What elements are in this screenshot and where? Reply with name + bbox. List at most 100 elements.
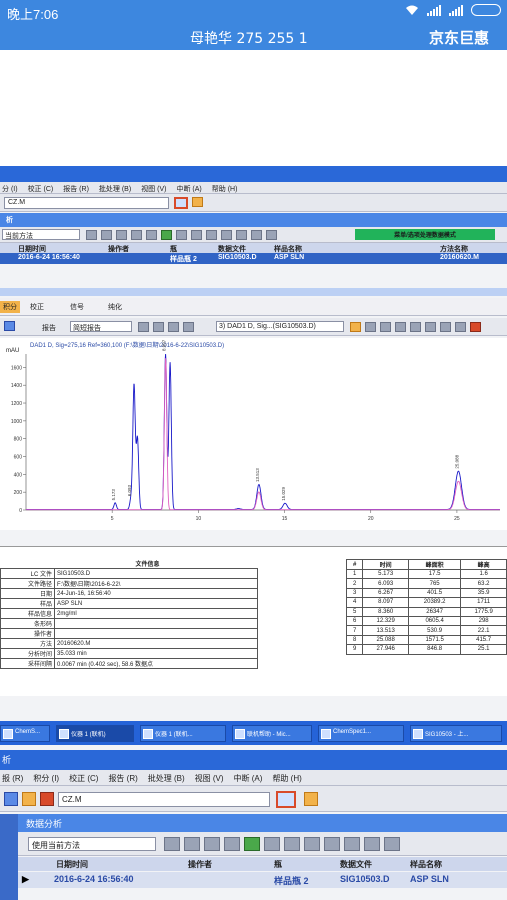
info-row: 样品信息 2mg/ml — [0, 608, 258, 619]
info-value: 2mg/ml — [54, 608, 258, 619]
first-icon[interactable] — [86, 230, 97, 240]
hand-icon[interactable] — [192, 197, 203, 207]
info-row: 操作者 — [0, 628, 258, 639]
split-icon[interactable] — [440, 322, 451, 332]
stop-icon[interactable] — [384, 837, 400, 851]
taskbar-label: 仪器 1 (联机... — [155, 732, 193, 738]
menu-item[interactable]: 中断 (A) — [234, 773, 263, 785]
play-icon[interactable] — [131, 230, 142, 240]
menu-item[interactable]: 批处理 (B) — [148, 773, 185, 785]
menu-item[interactable]: 校正 (C) — [69, 773, 98, 785]
integrate-icon[interactable] — [350, 322, 361, 332]
folder-icon[interactable] — [22, 792, 36, 806]
menu-item[interactable]: 分 (I) — [2, 184, 18, 193]
zoom-icon[interactable] — [153, 322, 164, 332]
open-icon[interactable] — [4, 792, 18, 806]
menu-item[interactable]: 帮助 (H) — [212, 184, 238, 193]
peak-cell: 6.267 — [362, 587, 410, 599]
menu-item[interactable]: 视图 (V) — [141, 184, 166, 193]
menu-item[interactable]: 视图 (V) — [195, 773, 224, 785]
export-icon[interactable] — [206, 230, 217, 240]
tab-calibration[interactable]: 校正 — [30, 302, 44, 312]
chromatogram-panel[interactable]: DAD1 D, Sig=275,16 Ref=360,100 (F:\数据\日期… — [0, 338, 507, 530]
taskbar-button[interactable]: 仪器 1 (联机... — [140, 725, 226, 742]
report-icon[interactable] — [4, 321, 15, 331]
processing-mode-button[interactable]: 菜单/选项处理数据模式 — [355, 229, 495, 240]
cursor-icon[interactable] — [395, 322, 406, 332]
first-icon[interactable] — [164, 837, 180, 851]
peak-cell: 5.173 — [362, 568, 410, 580]
print-icon[interactable] — [264, 837, 280, 851]
pause-icon[interactable] — [161, 230, 172, 240]
print-icon[interactable] — [168, 322, 179, 332]
taskbar-button[interactable]: ChemSpec1... — [318, 725, 404, 742]
peak-cell: 20389.2 — [408, 597, 462, 608]
back-icon[interactable] — [116, 230, 127, 240]
save-icon[interactable] — [324, 837, 340, 851]
export-icon[interactable] — [304, 837, 320, 851]
layout-icon[interactable] — [276, 791, 296, 808]
pause-icon[interactable] — [244, 837, 260, 851]
menu-item[interactable]: 中断 (A) — [176, 184, 201, 193]
zoom-icon[interactable] — [455, 322, 466, 332]
report-icon[interactable] — [284, 837, 300, 851]
arrow-icon[interactable] — [344, 837, 360, 851]
tab-integration[interactable]: 积分 — [0, 301, 20, 313]
taskbar-button[interactable]: 仪器 1 (联机) — [56, 725, 134, 742]
settings-icon[interactable] — [251, 230, 262, 240]
taskbar-button[interactable]: 联机帮助 - Mic... — [232, 725, 312, 742]
info-value: 20160620.M — [54, 638, 258, 649]
table-row[interactable]: 2016-6-24 16:56:40 样品瓶 2 SIG10503.D ASP … — [0, 253, 507, 264]
screen-photo[interactable]: 分 (I) 校正 (C) 报告 (R) 批处理 (B) 视图 (V) 中断 (A) 帮助 (… — [0, 166, 507, 900]
menu-item[interactable]: 批处理 (B) — [99, 184, 131, 193]
col-datetime: 日期时间 — [56, 860, 88, 869]
print-icon[interactable] — [176, 230, 187, 240]
copy-icon[interactable] — [183, 322, 194, 332]
tab-signal[interactable]: 信号 — [70, 302, 84, 312]
delete-icon[interactable] — [470, 322, 481, 332]
next-icon[interactable] — [146, 230, 157, 240]
signal-select[interactable]: 3) DAD1 D, Sig...(SIG10503.D) — [216, 321, 344, 332]
tab-purity[interactable]: 纯化 — [108, 302, 122, 312]
baseline-icon[interactable] — [410, 322, 421, 332]
x-tick-label: 5 — [111, 516, 114, 522]
method-select[interactable]: 当前方法 — [2, 229, 80, 240]
menu-item[interactable]: 报 (R) — [2, 773, 23, 785]
method-field[interactable]: CZ.M — [58, 792, 270, 807]
table-row[interactable]: ▶ 2016-6-24 16:56:40 样品瓶 2 SIG10503.D AS… — [18, 872, 507, 888]
peak-row: 4 8.097 20389.2 1711 — [345, 597, 507, 608]
peak-row: 7 13.513 530.9 22.1 — [345, 625, 507, 636]
play-icon[interactable] — [224, 837, 240, 851]
stop-icon[interactable] — [266, 230, 277, 240]
settings-icon[interactable] — [364, 837, 380, 851]
report-select[interactable]: 简短报告 — [70, 321, 132, 332]
peak-icon[interactable] — [425, 322, 436, 332]
arrow-icon[interactable] — [236, 230, 247, 240]
load-icon[interactable] — [40, 792, 54, 806]
report-icon[interactable] — [191, 230, 202, 240]
taskbar-button[interactable]: ChemS... — [0, 725, 50, 742]
info-value: 0.0067 min (0.402 sec), 58.6 数据点 — [54, 658, 258, 669]
layout-icon[interactable] — [174, 197, 188, 209]
menu-item[interactable]: 报告 (R) — [63, 184, 89, 193]
splitter[interactable] — [0, 288, 507, 296]
back-icon[interactable] — [204, 837, 220, 851]
method-select[interactable]: 使用当前方法 — [28, 837, 156, 851]
prev-icon[interactable] — [184, 837, 200, 851]
tool-icon-a[interactable] — [365, 322, 376, 332]
method-field[interactable]: CZ.M — [4, 197, 169, 209]
taskbar-button[interactable]: SIG10503 - 上... — [410, 725, 502, 742]
menu-item[interactable]: 报告 (R) — [108, 773, 137, 785]
info-value: ASP SLN — [54, 598, 258, 609]
menu-item[interactable]: 帮助 (H) — [272, 773, 301, 785]
peak-cell: 17.5 — [408, 568, 462, 580]
menu-item[interactable]: 积分 (I) — [33, 773, 59, 785]
save-icon[interactable] — [221, 230, 232, 240]
preview-icon[interactable] — [138, 322, 149, 332]
prev-icon[interactable] — [101, 230, 112, 240]
header-action-link[interactable]: 京东巨惠 — [429, 27, 489, 48]
report-label: 报告 — [42, 325, 56, 332]
tool-icon-b[interactable] — [380, 322, 391, 332]
menu-item[interactable]: 校正 (C) — [28, 184, 54, 193]
hand-icon[interactable] — [304, 792, 318, 806]
